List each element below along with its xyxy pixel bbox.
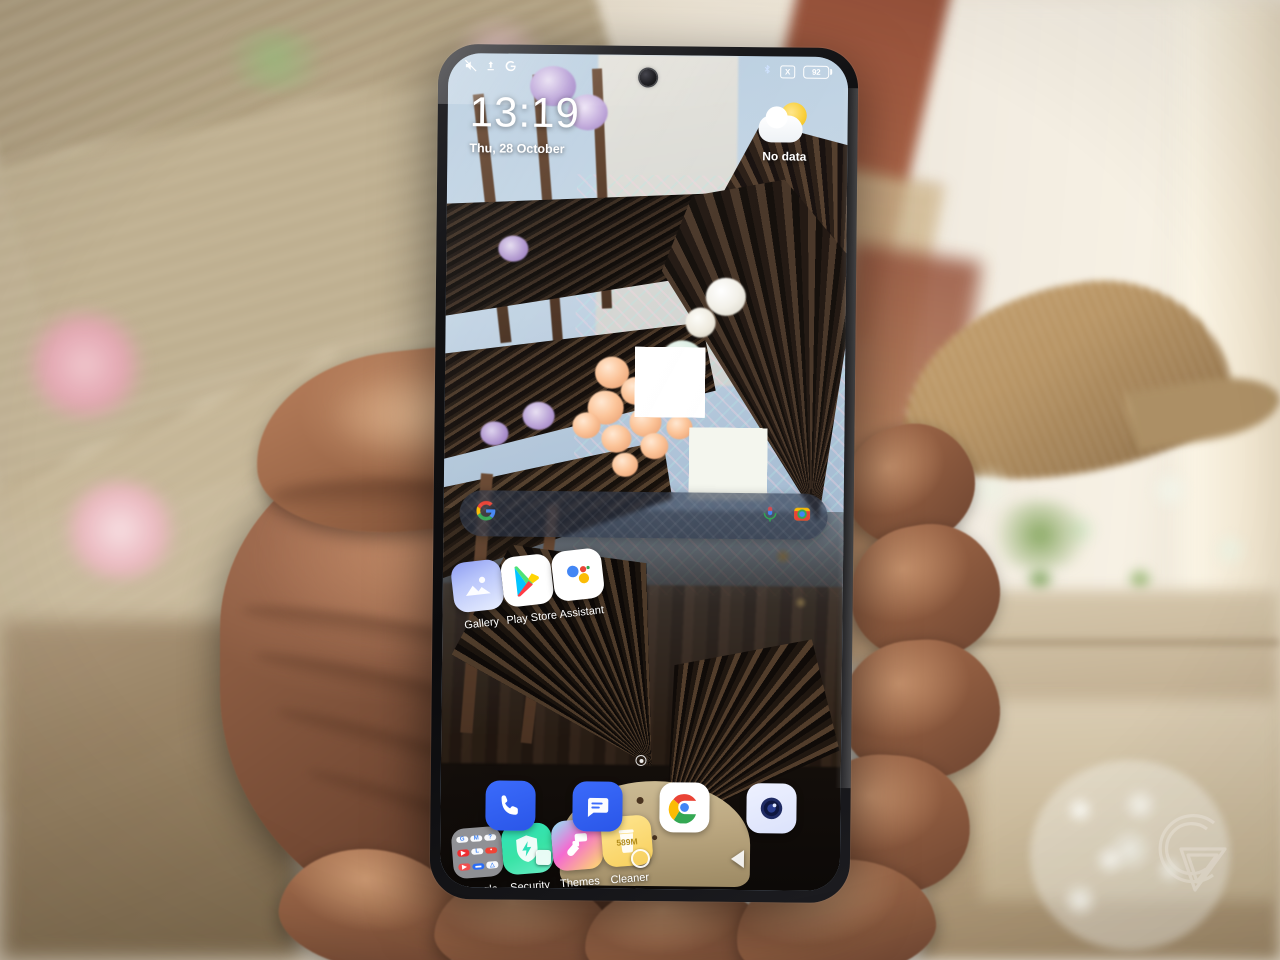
search-input-area[interactable] bbox=[497, 513, 748, 516]
app-label: Themes bbox=[559, 875, 601, 891]
green-leaf-right bbox=[985, 500, 1095, 570]
bluetooth-icon bbox=[762, 62, 772, 81]
mute-icon bbox=[464, 59, 477, 77]
cabinet-edge bbox=[950, 640, 1280, 645]
status-bar-right: X 92 bbox=[762, 62, 833, 82]
clock-date: Thu, 28 October bbox=[469, 141, 565, 157]
data-transfer-icon bbox=[485, 59, 496, 77]
app-label: Google bbox=[462, 883, 499, 892]
back-triangle-icon[interactable] bbox=[730, 849, 744, 869]
green-leaf-top bbox=[215, 30, 335, 90]
messages-icon[interactable] bbox=[571, 781, 623, 832]
pink-flower-left-upper bbox=[20, 310, 150, 420]
play-store-icon bbox=[499, 552, 556, 608]
phone-screen[interactable]: X 92 13:19 Thu, 28 October No data Galle… bbox=[439, 52, 849, 892]
app-label: Assistant bbox=[558, 604, 605, 621]
camera-icon[interactable] bbox=[745, 783, 797, 834]
phone-icon[interactable] bbox=[484, 780, 536, 831]
white-hydrangea bbox=[1030, 760, 1230, 950]
smartphone: X 92 13:19 Thu, 28 October No data Galle… bbox=[429, 43, 859, 904]
app-label: Gallery bbox=[463, 615, 500, 632]
clock-widget[interactable]: 13:19 Thu, 28 October bbox=[469, 88, 581, 157]
app-row-1: Gallery Play Store Assistant bbox=[440, 547, 606, 814]
gallery-icon bbox=[449, 558, 506, 614]
weather-status: No data bbox=[762, 149, 807, 164]
app-label: Security bbox=[509, 879, 551, 892]
navigation-bar bbox=[440, 839, 840, 877]
recents-square-icon[interactable] bbox=[536, 849, 552, 865]
status-bar-left bbox=[464, 59, 517, 78]
battery-icon: 92 bbox=[803, 65, 833, 79]
google-lens-icon[interactable] bbox=[792, 505, 811, 529]
home-page-indicator[interactable] bbox=[635, 754, 647, 767]
google-g-icon bbox=[475, 500, 496, 526]
battery-tip bbox=[830, 68, 833, 75]
google-assistant-icon bbox=[549, 547, 606, 603]
clock-time: 13:19 bbox=[469, 88, 581, 137]
sim-x-icon: X bbox=[780, 64, 796, 79]
home-screen-ui: X 92 13:19 Thu, 28 October No data Galle… bbox=[440, 53, 849, 891]
google-search-bar[interactable] bbox=[459, 490, 828, 540]
dock bbox=[440, 780, 841, 834]
weather-widget[interactable]: No data bbox=[741, 102, 828, 164]
home-circle-icon[interactable] bbox=[631, 848, 651, 868]
cloud-shape bbox=[758, 115, 803, 143]
app-label: Play Store bbox=[505, 609, 558, 627]
front-camera-punch-hole bbox=[639, 68, 657, 87]
battery-level-text: 92 bbox=[803, 65, 830, 79]
microphone-icon[interactable] bbox=[761, 504, 778, 528]
chrome-icon[interactable] bbox=[658, 782, 710, 833]
google-icon bbox=[504, 60, 517, 78]
sun-behind-cloud-icon bbox=[758, 102, 810, 145]
